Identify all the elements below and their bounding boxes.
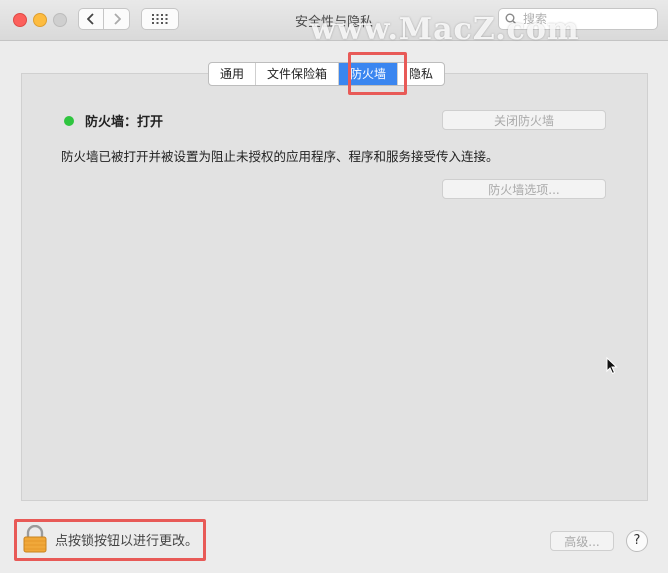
tab-filevault[interactable]: 文件保险箱 — [256, 63, 340, 85]
help-button[interactable]: ? — [626, 530, 648, 552]
lock-highlight — [14, 519, 206, 561]
firewall-description: 防火墙已被打开并被设置为阻止未授权的应用程序、程序和服务接受传入连接。 — [61, 149, 499, 164]
tab-general[interactable]: 通用 — [209, 63, 257, 85]
firewall-status-label: 防火墙：打开 — [85, 115, 164, 130]
watermark: www.MacZ.com — [310, 12, 580, 47]
status-indicator-icon — [64, 115, 74, 126]
tab-bar: 通用 文件保险箱 防火墙 隐私 — [208, 62, 446, 86]
advanced-button[interactable]: 高级... — [550, 531, 614, 551]
firewall-status: 防火墙：打开 — [64, 111, 163, 130]
firewall-options-button[interactable]: 防火墙选项... — [442, 179, 606, 199]
turn-off-firewall-button[interactable]: 关闭防火墙 — [442, 110, 606, 130]
mouse-pointer-icon — [606, 357, 618, 375]
firewall-tab-highlight — [348, 52, 407, 95]
firewall-panel — [21, 73, 648, 501]
